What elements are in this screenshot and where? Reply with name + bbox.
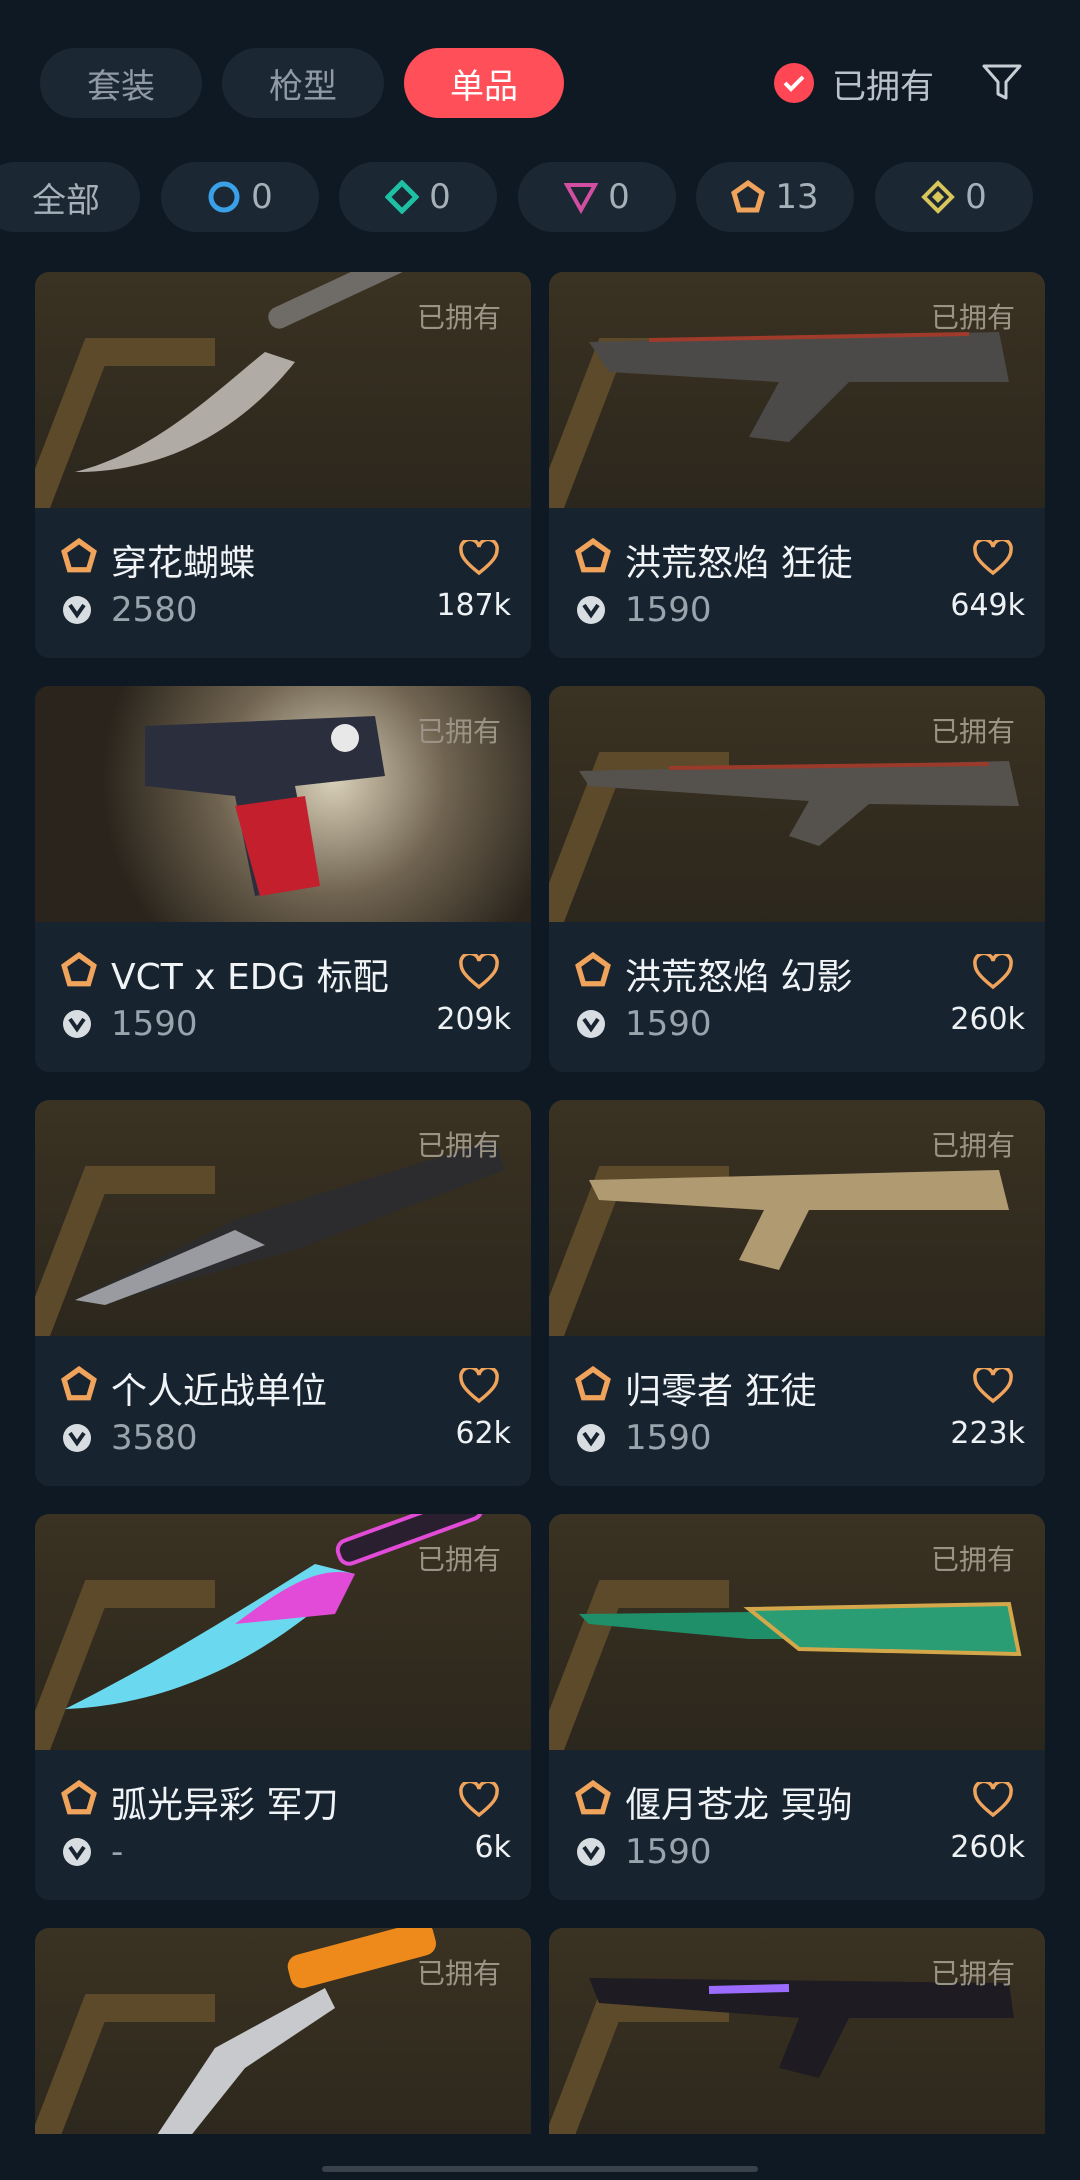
- tier-chip-exclusive[interactable]: 13: [696, 162, 854, 232]
- heart-icon[interactable]: [973, 1368, 1013, 1404]
- owned-tag: 已拥有: [416, 1129, 501, 1162]
- skin-card[interactable]: 已拥有 洪荒怒焰 幻影 1590 260k: [549, 686, 1045, 1072]
- heart-icon[interactable]: [459, 1782, 499, 1818]
- heart-icon[interactable]: [973, 954, 1013, 990]
- like-count: 260k: [950, 1002, 1025, 1037]
- tier-chip-label: 0: [608, 177, 630, 217]
- owned-tag: 已拥有: [416, 1543, 501, 1576]
- exclusive-tier-icon: [575, 1366, 611, 1401]
- skin-card[interactable]: 已拥有 偃月苍龙 冥驹 1590 260k: [549, 1514, 1045, 1900]
- heart-icon[interactable]: [459, 954, 499, 990]
- skin-name: 穿花蝴蝶: [111, 543, 256, 584]
- tab-weapon-type[interactable]: 枪型: [222, 48, 384, 118]
- like-count: 649k: [950, 588, 1025, 623]
- heart-icon[interactable]: [973, 540, 1013, 576]
- owned-filter-toggle[interactable]: 已拥有: [774, 58, 934, 108]
- tier-chip-select[interactable]: 0: [161, 162, 319, 232]
- vp-currency-icon: [63, 1010, 91, 1038]
- owned-tag: 已拥有: [930, 1543, 1015, 1576]
- skin-card[interactable]: 已拥有 VCT x EDG 标配 1590 209k: [35, 686, 531, 1072]
- exclusive-tier-icon: [731, 180, 766, 213]
- skin-card[interactable]: 已拥有 个人近战单位 3580 62k: [35, 1100, 531, 1486]
- tier-chip-label: 0: [251, 177, 273, 217]
- skin-card[interactable]: 已拥有 归零者 狂徒 1590 223k: [549, 1100, 1045, 1486]
- exclusive-tier-icon: [61, 538, 97, 573]
- tier-chip-all[interactable]: 全部: [0, 162, 140, 232]
- exclusive-tier-icon: [575, 1780, 611, 1815]
- deluxe-tier-icon: [385, 180, 420, 214]
- exclusive-tier-icon: [575, 538, 611, 573]
- like-count: 223k: [950, 1416, 1025, 1451]
- owned-tag: 已拥有: [416, 1957, 501, 1990]
- premium-tier-icon: [564, 183, 599, 214]
- exclusive-tier-icon: [61, 952, 97, 987]
- skin-card[interactable]: 已拥有: [549, 1928, 1045, 2134]
- card-info: [35, 508, 531, 658]
- skin-price: 1590: [625, 1418, 712, 1458]
- owned-tag: 已拥有: [930, 301, 1015, 334]
- owned-tag: 已拥有: [416, 301, 501, 334]
- select-tier-icon: [208, 181, 240, 213]
- skin-name: 归零者 狂徒: [625, 1371, 817, 1412]
- home-indicator[interactable]: [322, 2166, 758, 2172]
- tier-chip-deluxe[interactable]: 0: [339, 162, 497, 232]
- exclusive-tier-icon: [575, 952, 611, 987]
- skin-price: 1590: [625, 590, 712, 630]
- like-count: 260k: [950, 1830, 1025, 1865]
- tier-chip-ultra[interactable]: 0: [875, 162, 1033, 232]
- like-count: 209k: [436, 1002, 511, 1037]
- vp-currency-icon: [63, 1424, 91, 1452]
- tab-bundles[interactable]: 套装: [40, 48, 202, 118]
- vp-currency-icon: [577, 596, 605, 624]
- ultra-tier-icon: [921, 180, 956, 214]
- tier-filter-row: 全部 0 0 0 13 0: [0, 162, 1080, 232]
- check-icon: [774, 63, 814, 103]
- owned-tag: 已拥有: [416, 715, 501, 748]
- skin-card[interactable]: 已拥有 洪荒怒焰 狂徒 1590 649k: [549, 272, 1045, 658]
- owned-tag: 已拥有: [930, 1957, 1015, 1990]
- tab-single-items[interactable]: 单品: [404, 48, 564, 118]
- skin-card[interactable]: 已拥有: [35, 1928, 531, 2134]
- exclusive-tier-icon: [61, 1780, 97, 1815]
- owned-tag: 已拥有: [930, 715, 1015, 748]
- skin-name: 洪荒怒焰 狂徒: [625, 543, 853, 584]
- vp-currency-icon: [577, 1424, 605, 1452]
- skin-price: 1590: [625, 1004, 712, 1044]
- owned-filter-label: 已拥有: [832, 66, 934, 107]
- skin-name: VCT x EDG 标配: [111, 957, 389, 998]
- skin-name: 弧光异彩 军刀: [111, 1785, 339, 1826]
- skin-price: 2580: [111, 590, 198, 630]
- heart-icon[interactable]: [459, 1368, 499, 1404]
- vp-currency-icon: [63, 596, 91, 624]
- filter-icon[interactable]: [980, 60, 1024, 104]
- skin-name: 个人近战单位: [111, 1371, 328, 1412]
- vp-currency-icon: [63, 1838, 91, 1866]
- tier-chip-premium[interactable]: 0: [518, 162, 676, 232]
- skin-price: 1590: [625, 1832, 712, 1872]
- skin-price: 3580: [111, 1418, 198, 1458]
- heart-icon[interactable]: [973, 1782, 1013, 1818]
- vp-currency-icon: [577, 1010, 605, 1038]
- tier-chip-label: 0: [429, 177, 451, 217]
- skin-card[interactable]: 已拥有 弧光异彩 军刀 - 6k: [35, 1514, 531, 1900]
- tier-chip-label: 0: [965, 177, 987, 217]
- top-bar: 套装 枪型 单品 已拥有: [0, 0, 1080, 160]
- skin-price: -: [111, 1832, 124, 1872]
- tier-chip-label: 13: [775, 177, 819, 217]
- exclusive-tier-icon: [61, 1366, 97, 1401]
- skin-name: 洪荒怒焰 幻影: [625, 957, 853, 998]
- like-count: 6k: [474, 1830, 511, 1865]
- skin-card[interactable]: 已拥有 穿花蝴蝶 2580 187k: [35, 272, 531, 658]
- like-count: 187k: [436, 588, 511, 623]
- skin-price: 1590: [111, 1004, 198, 1044]
- skin-name: 偃月苍龙 冥驹: [625, 1785, 853, 1826]
- like-count: 62k: [455, 1416, 511, 1451]
- vp-currency-icon: [577, 1838, 605, 1866]
- tier-chip-label: 全部: [32, 180, 100, 221]
- owned-tag: 已拥有: [930, 1129, 1015, 1162]
- heart-icon[interactable]: [459, 540, 499, 576]
